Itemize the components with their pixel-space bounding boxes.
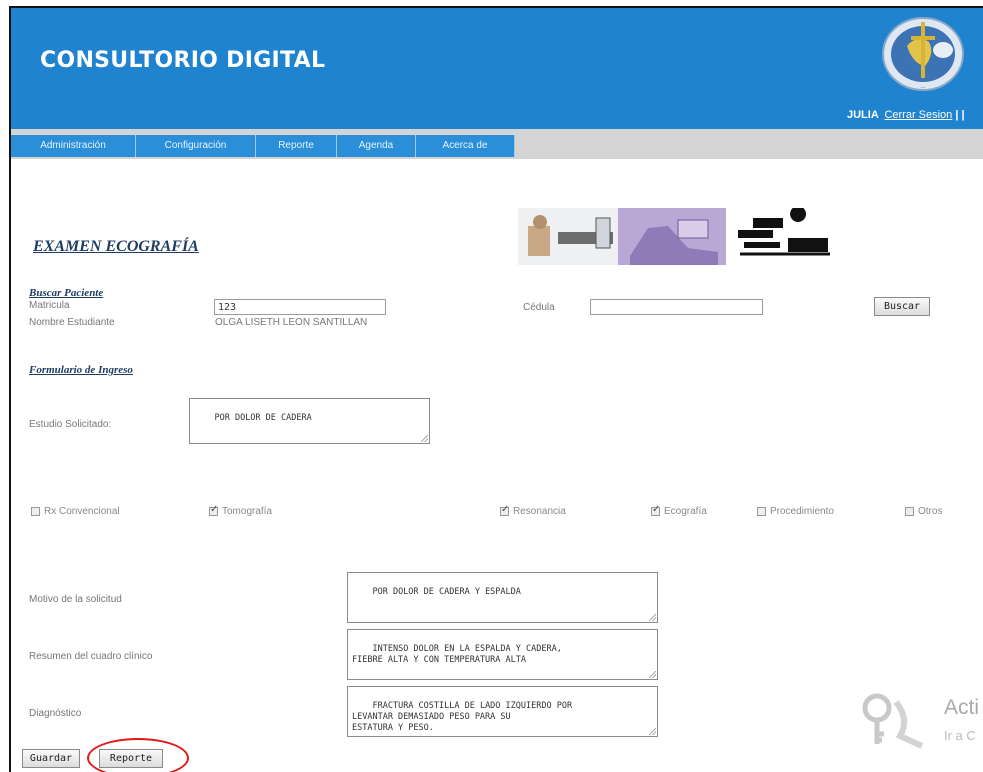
resize-grip[interactable] (649, 728, 656, 735)
check-rx-convencional[interactable]: Rx Convencional (31, 506, 120, 517)
header-separator: | | (955, 109, 965, 121)
nav-reporte[interactable]: Reporte (256, 135, 337, 157)
nav-configuracion[interactable]: Configuración (136, 135, 256, 157)
page-title: EXAMEN ECOGRAFÍA (33, 238, 199, 255)
check-procedimiento[interactable]: Procedimiento (757, 506, 834, 517)
resumen-textarea[interactable]: INTENSO DOLOR EN LA ESPALDA Y CADERA, FI… (347, 629, 658, 680)
check-label: Ecografía (664, 506, 707, 517)
estudio-label: Estudio Solicitado: (29, 419, 112, 430)
watermark-line2: Ir a C (944, 728, 976, 743)
check-resonancia[interactable]: Resonancia (500, 504, 566, 517)
checkbox-checked-icon (651, 504, 660, 516)
motivo-text: POR DOLOR DE CADERA Y ESPALDA (372, 587, 521, 597)
search-patient-heading: Buscar Paciente (29, 287, 104, 299)
check-label: Procedimiento (770, 506, 834, 517)
diagnostico-textarea[interactable]: FRACTURA COSTILLA DE LADO IZQUIERDO POR … (347, 686, 658, 737)
checkbox-icon (31, 507, 40, 516)
app-window: CONSULTORIO DIGITAL ... JULIA Cerrar Ses… (9, 6, 983, 772)
institution-logo: ... (882, 17, 964, 91)
watermark-line1: Acti (944, 696, 980, 719)
motivo-textarea[interactable]: POR DOLOR DE CADERA Y ESPALDA (347, 572, 658, 623)
buscar-button[interactable]: Buscar (874, 297, 930, 316)
nav-administracion[interactable]: Administración (11, 135, 136, 157)
check-ecografia[interactable]: Ecografía (651, 504, 707, 517)
resize-grip[interactable] (649, 614, 656, 621)
nombre-value: OLGA LISETH LEON SANTILLAN (215, 317, 368, 328)
svg-text:...: ... (921, 84, 926, 90)
username: JULIA (847, 109, 879, 121)
guardar-button[interactable]: Guardar (22, 749, 80, 768)
diagnostico-label: Diagnóstico (29, 708, 82, 719)
highlight-oval-annotation (87, 738, 189, 772)
nav-acerca-de[interactable]: Acerca de (416, 135, 515, 157)
resize-grip[interactable] (649, 671, 656, 678)
check-otros[interactable]: Otros (905, 506, 942, 517)
estudio-textarea[interactable]: POR DOLOR DE CADERA (189, 398, 430, 444)
matricula-input[interactable] (214, 299, 386, 315)
checkbox-icon (757, 507, 766, 516)
logout-link[interactable]: Cerrar Sesion (884, 109, 952, 121)
diagnostico-text: FRACTURA COSTILLA DE LADO IZQUIERDO POR … (352, 701, 573, 733)
exam-photos (518, 208, 833, 265)
resize-grip[interactable] (421, 435, 428, 442)
check-label: Tomografía (222, 506, 273, 517)
app-title: CONSULTORIO DIGITAL (40, 48, 326, 73)
estudio-text: POR DOLOR DE CADERA (214, 413, 312, 423)
form-heading: Formulario de Ingreso (29, 364, 133, 376)
check-tomografia[interactable]: Tomografía (209, 504, 273, 517)
checkbox-checked-icon (209, 504, 218, 516)
checkbox-checked-icon (500, 504, 509, 516)
checkbox-icon (905, 507, 914, 516)
check-label: Resonancia (513, 506, 566, 517)
resumen-label: Resumen del cuadro clínico (29, 651, 153, 662)
matricula-label: Matricula (29, 300, 70, 311)
nav-agenda[interactable]: Agenda (337, 135, 416, 157)
main-navbar: Administración Configuración Reporte Age… (11, 129, 983, 159)
cedula-input[interactable] (590, 299, 763, 315)
check-label: Rx Convencional (44, 506, 120, 517)
header-banner: CONSULTORIO DIGITAL ... JULIA Cerrar Ses… (11, 8, 983, 129)
check-label: Otros (918, 506, 943, 517)
motivo-label: Motivo de la solicitud (29, 594, 122, 605)
nombre-label: Nombre Estudiante (29, 317, 115, 328)
resumen-text: INTENSO DOLOR EN LA ESPALDA Y CADERA, FI… (352, 644, 562, 665)
user-area: JULIA Cerrar Sesion | | (847, 109, 965, 121)
cedula-label: Cédula (523, 302, 555, 313)
